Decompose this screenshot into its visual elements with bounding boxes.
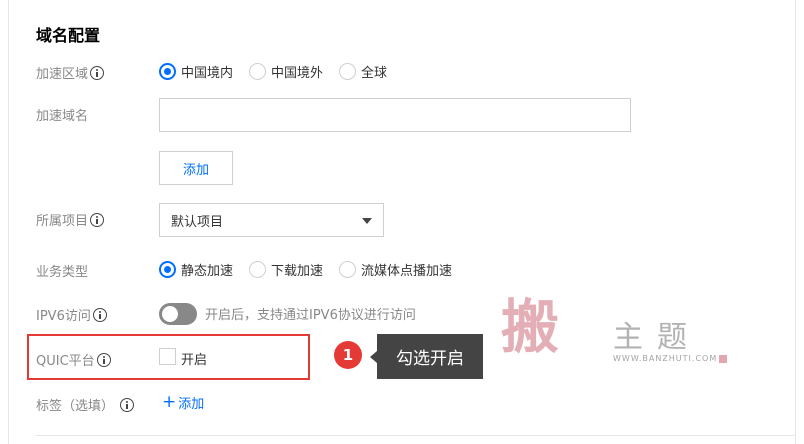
business-label: 业务类型 [36,265,89,280]
ipv6-hint: 开启后，支持通过IPV6协议进行访问 [205,308,416,323]
plus-icon: + [162,392,177,412]
radio-selected-icon [159,261,176,278]
project-select-value: 默认项目 [171,214,224,230]
quic-label: QUIC平台 [36,350,111,369]
business-option-static[interactable]: 静态加速 [159,260,233,279]
info-icon[interactable] [120,397,135,412]
radio-selected-icon [159,63,176,80]
radio-icon [339,261,357,278]
region-option-overseas[interactable]: 中国境外 [249,62,323,81]
section-title: 域名配置 [36,26,101,45]
info-icon[interactable] [90,65,105,80]
quic-enable-checkbox[interactable] [159,348,176,365]
domain-label: 加速域名 [36,109,89,124]
radio-icon [339,63,357,80]
business-radio-group: 静态加速 下载加速 流媒体点播加速 [159,260,468,279]
add-tag-button[interactable]: + 添加 [162,392,204,413]
caret-down-icon [362,218,372,224]
project-select[interactable]: 默认项目 [159,203,384,237]
section-divider [36,435,796,436]
annotation-callout: 勾选开启 [370,334,483,379]
quic-enable-label[interactable]: 开启 [181,349,207,368]
info-icon[interactable] [90,212,105,227]
radio-icon [249,261,267,278]
project-label: 所属项目 [36,210,105,229]
radio-icon [249,63,267,80]
domain-config-panel: 域名配置 加速区域 中国境内 中国境外 全球 加速域名 添加 所属项目 默认项目… [8,0,796,444]
business-option-download[interactable]: 下载加速 [249,260,323,279]
toggle-knob [162,306,178,322]
info-icon[interactable] [96,352,111,367]
region-option-global[interactable]: 全球 [339,62,387,81]
ipv6-toggle[interactable] [159,303,197,325]
add-domain-button[interactable]: 添加 [159,151,233,185]
watermark-logo: 搬 主题 WWW.BANZHUTI.COM [495,298,727,378]
domain-input[interactable] [159,98,631,132]
step-badge: 1 [334,341,362,369]
tags-label: 标签（选填） [36,395,135,414]
region-option-china[interactable]: 中国境内 [159,62,233,81]
region-radio-group: 中国境内 中国境外 全球 [159,62,403,81]
business-option-streaming[interactable]: 流媒体点播加速 [339,260,452,279]
ipv6-label: IPV6访问 [36,305,107,324]
info-icon[interactable] [92,307,107,322]
region-label: 加速区域 [36,63,105,82]
